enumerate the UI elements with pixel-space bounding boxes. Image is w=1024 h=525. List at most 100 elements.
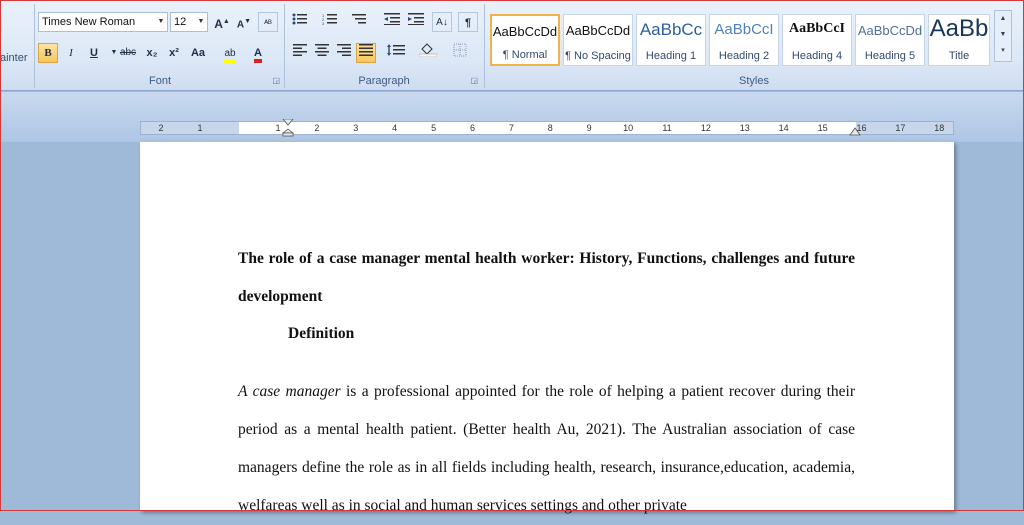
numbering-button[interactable]: 123 xyxy=(320,12,340,32)
change-case-button[interactable]: Aa xyxy=(188,43,208,63)
ruler-label: 13 xyxy=(739,123,750,133)
borders-button[interactable] xyxy=(450,43,470,63)
document-title: The role of a case manager mental health… xyxy=(238,250,855,305)
increase-indent-icon xyxy=(408,13,424,25)
underline-button[interactable]: U xyxy=(84,43,104,63)
subscript-button[interactable]: x₂ xyxy=(142,43,162,63)
svg-text:3: 3 xyxy=(322,21,325,25)
chevron-up-icon[interactable]: ▲ xyxy=(995,11,1011,27)
more-styles-icon[interactable]: ▾ xyxy=(995,43,1011,59)
ruler-label: 18 xyxy=(934,123,945,133)
highlight-button[interactable]: ab xyxy=(220,43,240,64)
styles-gallery-scroll[interactable]: ▲ ▼ ▾ xyxy=(994,10,1012,62)
ruler-label: 7 xyxy=(508,123,514,133)
indent-marker-icon[interactable] xyxy=(282,119,294,137)
style-sample: AaBb xyxy=(929,15,989,42)
font-name-value: Times New Roman xyxy=(42,16,136,28)
font-group-label: Font xyxy=(148,75,171,87)
group-separator xyxy=(484,4,485,88)
increase-indent-button[interactable] xyxy=(406,12,426,32)
ruler-label: 5 xyxy=(431,123,437,133)
style-name: ¶ No Spacing xyxy=(565,50,631,62)
ruler-label: 1 xyxy=(197,123,203,133)
font-name-select[interactable]: Times New Roman ▼ xyxy=(38,12,168,32)
show-formatting-button[interactable]: ¶ xyxy=(458,12,478,32)
chevron-down-icon: ▼ xyxy=(197,18,205,25)
multilevel-list-icon xyxy=(352,14,366,24)
grow-font-button[interactable]: A▲ xyxy=(212,12,232,32)
style-heading-1[interactable]: AaBbCc Heading 1 xyxy=(636,14,706,66)
ruler-label: 11 xyxy=(662,123,672,133)
align-left-button[interactable] xyxy=(290,43,310,63)
chevron-down-icon: ▼ xyxy=(157,18,165,25)
align-center-icon xyxy=(315,44,329,56)
style-name: Heading 1 xyxy=(645,50,697,62)
style-heading-4[interactable]: AaBbCcI Heading 4 xyxy=(782,14,852,66)
italic-button[interactable]: I xyxy=(61,43,81,63)
grow-font-label: A xyxy=(214,17,223,31)
ruler-label: 8 xyxy=(547,123,553,133)
superscript-button[interactable]: x² xyxy=(164,43,184,63)
style-heading-5[interactable]: AaBbCcDd Heading 5 xyxy=(855,14,925,66)
font-size-select[interactable]: 12 ▼ xyxy=(170,12,208,32)
dialog-launcher-icon[interactable]: ◲ xyxy=(470,76,478,85)
line-spacing-icon xyxy=(387,44,405,56)
document-page[interactable]: The role of a case manager mental health… xyxy=(140,142,954,514)
ruler-label: 6 xyxy=(469,123,476,133)
font-color-icon: A xyxy=(254,47,262,63)
decrease-indent-icon xyxy=(384,13,400,25)
paragraph-group: 123 A↓ ¶ Paragraph ◲ xyxy=(286,4,482,89)
style-sample: AaBbCcI xyxy=(788,21,845,36)
paint-bucket-icon xyxy=(418,43,438,58)
style-name: Heading 4 xyxy=(791,50,843,62)
font-group: Times New Roman ▼ 12 ▼ A▲ A▼ ᴬᴮ B I U ▼ … xyxy=(36,4,284,89)
strikethrough-button[interactable]: abc xyxy=(118,43,138,63)
ruler-label: 9 xyxy=(586,123,592,133)
style-heading-2[interactable]: AaBbCcI Heading 2 xyxy=(709,14,779,66)
definition-heading: Definition xyxy=(288,325,355,342)
styles-group-label: Styles xyxy=(739,75,769,87)
ruler-left-margin xyxy=(141,122,239,134)
font-color-button[interactable]: A xyxy=(248,43,268,63)
horizontal-ruler[interactable]: 2 1 1 2 3 4 5 6 7 8 9 10 11 12 13 14 15 16 17 18 xyxy=(140,119,954,137)
dialog-launcher-icon[interactable]: ◲ xyxy=(272,76,280,85)
bullets-button[interactable] xyxy=(290,12,310,32)
style-sample: AaBbCcI xyxy=(714,21,774,38)
style-normal[interactable]: AaBbCcDd ¶ Normal xyxy=(490,14,560,66)
body-paragraph: A case manager is a professional appoint… xyxy=(238,373,855,525)
ruler-label: 1 xyxy=(275,123,281,133)
bold-button[interactable]: B xyxy=(38,43,58,63)
ruler-label: 14 xyxy=(778,123,789,133)
font-size-value: 12 xyxy=(174,16,187,28)
align-center-button[interactable] xyxy=(312,43,332,63)
ruler-label: 15 xyxy=(817,123,828,133)
format-painter-button[interactable]: ainter xyxy=(0,52,28,64)
italic-term: A case manager xyxy=(238,383,341,400)
clear-formatting-button[interactable]: ᴬᴮ xyxy=(258,12,278,32)
shading-button[interactable] xyxy=(418,43,438,63)
decrease-indent-button[interactable] xyxy=(382,12,402,32)
group-separator xyxy=(284,4,285,88)
chevron-down-icon[interactable]: ▼ xyxy=(995,27,1011,43)
sort-button[interactable]: A↓ xyxy=(432,12,452,32)
styles-group: AaBbCcDd ¶ Normal AaBbCcDd ¶ No Spacing … xyxy=(486,4,1022,89)
shrink-font-button[interactable]: A▼ xyxy=(234,12,254,32)
justify-button[interactable] xyxy=(356,43,376,63)
align-right-button[interactable] xyxy=(334,43,354,63)
style-name: Heading 5 xyxy=(864,50,916,62)
multilevel-list-button[interactable] xyxy=(350,12,370,32)
align-left-icon xyxy=(293,44,307,56)
line-spacing-button[interactable] xyxy=(386,43,406,63)
style-title[interactable]: AaBb Title xyxy=(928,14,990,66)
align-right-icon xyxy=(337,44,351,56)
ruler-label: 12 xyxy=(700,123,711,133)
ruler-label: 17 xyxy=(895,123,906,133)
style-no-spacing[interactable]: AaBbCcDd ¶ No Spacing xyxy=(563,14,633,66)
style-name: Title xyxy=(948,50,970,62)
group-separator xyxy=(34,4,35,88)
style-sample: AaBbCcDd xyxy=(857,23,923,38)
style-sample: AaBbCcDd xyxy=(565,23,631,38)
justify-icon xyxy=(359,44,373,56)
bullets-icon xyxy=(292,13,307,25)
style-name: ¶ Normal xyxy=(502,49,548,61)
